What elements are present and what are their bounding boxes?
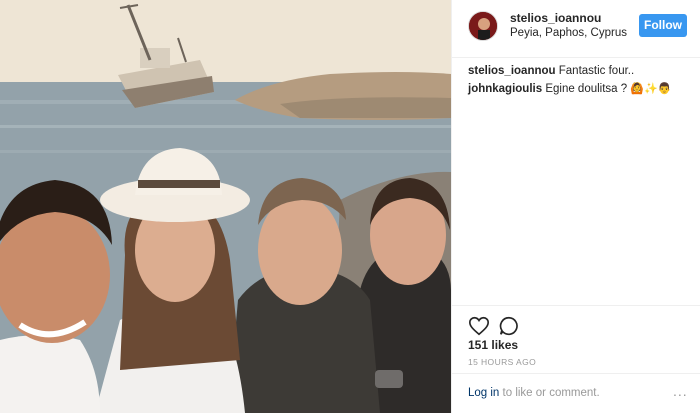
post-footer: Log in to like or comment. ... (452, 373, 700, 413)
comment-emoji: 🙆✨👨 (630, 83, 672, 95)
heart-icon[interactable] (468, 315, 490, 337)
photo-scene (0, 0, 451, 413)
comment-bubble-icon[interactable] (498, 315, 520, 337)
action-bar (452, 305, 700, 336)
comment-username[interactable]: johnkagioulis (468, 83, 542, 95)
avatar-image (469, 12, 497, 40)
post-side-panel: stelios_ioannou Peyia, Paphos, Cyprus Fo… (451, 0, 700, 413)
post-timestamp[interactable]: 15 HOURS AGO (468, 357, 536, 367)
comment-text: Fantastic four.. (558, 65, 635, 77)
comment-username[interactable]: stelios_ioannou (468, 65, 556, 77)
comment-list: stelios_ioannou Fantastic four.. johnkag… (468, 62, 693, 98)
login-suffix: to like or comment. (499, 387, 600, 399)
comment-item: johnkagioulis Egine doulitsa ? 🙆✨👨 (468, 80, 693, 98)
login-prompt: Log in to like or comment. (468, 387, 600, 399)
post-photo[interactable] (0, 0, 451, 413)
comment-text: Egine doulitsa ? (545, 83, 628, 95)
comment-item: stelios_ioannou Fantastic four.. (468, 62, 693, 80)
likes-count[interactable]: 151 likes (468, 338, 518, 352)
avatar[interactable] (468, 11, 498, 41)
header-location[interactable]: Peyia, Paphos, Cyprus (510, 27, 627, 39)
header-username[interactable]: stelios_ioannou (510, 11, 601, 25)
login-link[interactable]: Log in (468, 387, 499, 399)
more-options-icon[interactable]: ... (673, 383, 688, 399)
post-header: stelios_ioannou Peyia, Paphos, Cyprus Fo… (452, 0, 700, 58)
follow-button[interactable]: Follow (639, 14, 687, 37)
